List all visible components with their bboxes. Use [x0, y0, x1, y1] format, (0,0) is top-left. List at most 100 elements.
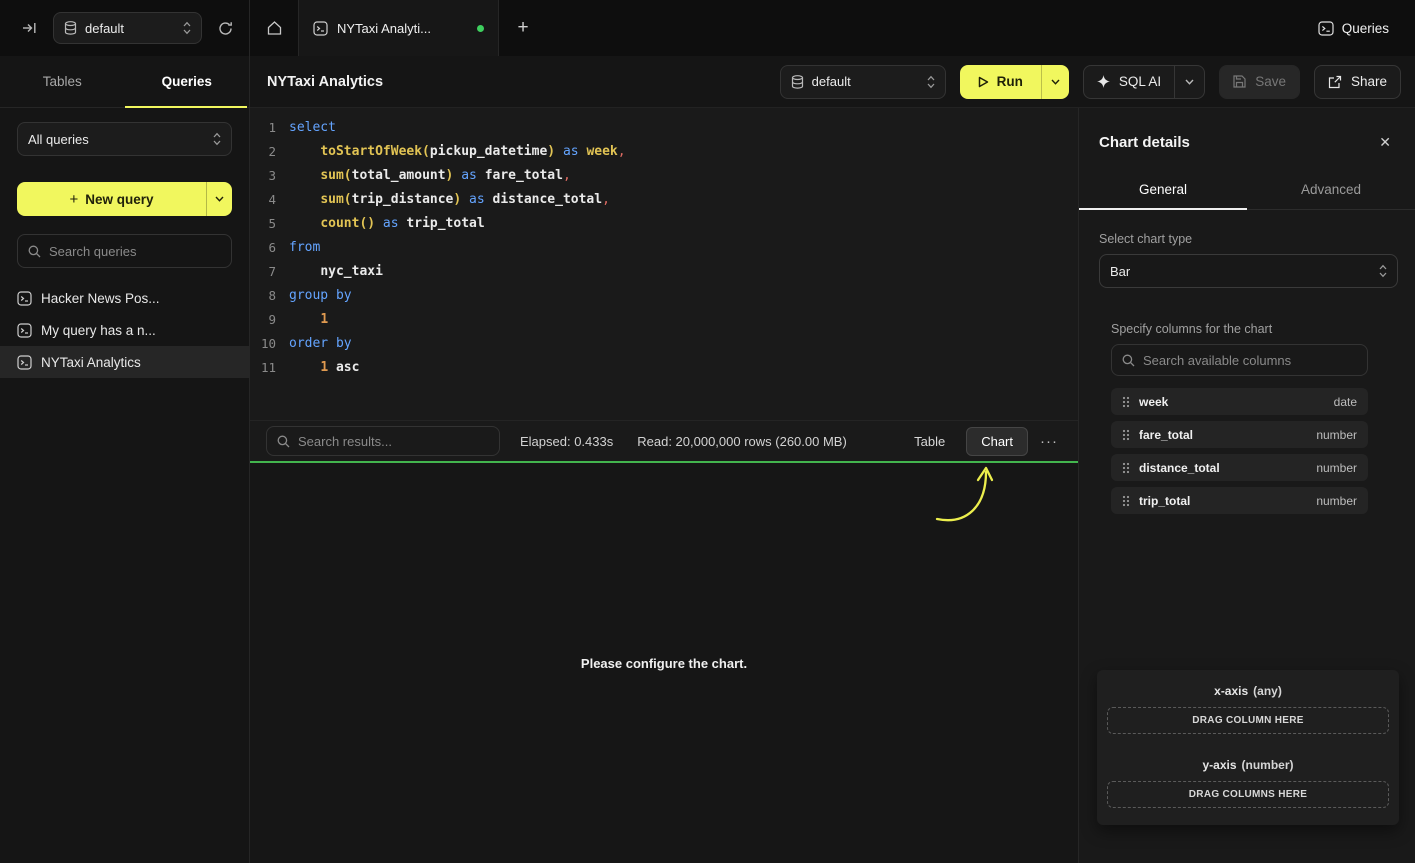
tab-advanced[interactable]: Advanced: [1247, 169, 1415, 209]
query-search[interactable]: [17, 234, 232, 268]
code-line[interactable]: 6 from: [250, 236, 1078, 260]
save-label: Save: [1255, 74, 1286, 89]
sql-ai-button[interactable]: SQL AI: [1083, 65, 1205, 99]
tab-general[interactable]: General: [1079, 169, 1247, 209]
axis-config-card: x-axis(any) DRAG COLUMN HERE y-axis(numb…: [1097, 670, 1399, 825]
chart-area: Please configure the chart.: [250, 461, 1078, 863]
query-icon: [17, 291, 32, 306]
column-name: distance_total: [1139, 461, 1307, 475]
run-database-selector[interactable]: default: [780, 65, 946, 99]
line-number: 1: [250, 116, 276, 140]
elapsed-time: Elapsed: 0.433s: [520, 434, 613, 449]
column-type: number: [1316, 461, 1357, 475]
save-button[interactable]: Save: [1219, 65, 1300, 99]
new-query-dropdown[interactable]: [206, 182, 232, 216]
code-text: 1 asc: [289, 356, 359, 380]
code-line[interactable]: 7 nyc_taxi: [250, 260, 1078, 284]
sidebar-body: All queries + New query: [0, 108, 249, 392]
query-list-item[interactable]: My query has a n...: [0, 314, 249, 346]
view-toggle: Table Chart ···: [899, 427, 1064, 456]
queries-icon: [1318, 21, 1334, 36]
code-line[interactable]: 10order by: [250, 332, 1078, 356]
close-icon[interactable]: ✕: [1379, 134, 1391, 151]
code-line[interactable]: 2 toStartOfWeek(pickup_datetime) as week…: [250, 140, 1078, 164]
code-line[interactable]: 4 sum(trip_distance) as distance_total,: [250, 188, 1078, 212]
chart-type-select[interactable]: Bar: [1099, 254, 1398, 288]
code-line[interactable]: 1select: [250, 116, 1078, 140]
drag-handle-icon: [1122, 462, 1130, 474]
share-button[interactable]: Share: [1314, 65, 1401, 99]
chevron-down-icon: [215, 196, 224, 202]
sidebar: Tables Queries All queries + New query: [0, 56, 250, 863]
table-view-button[interactable]: Table: [899, 427, 960, 456]
sparkle-icon: [1097, 75, 1110, 88]
code-text: nyc_taxi: [289, 260, 383, 284]
content: Tables Queries All queries + New query: [0, 56, 1415, 863]
column-row[interactable]: weekdate: [1111, 388, 1368, 415]
topbar-database-selector[interactable]: default: [53, 12, 202, 44]
columns-search-input[interactable]: [1143, 353, 1357, 368]
sidebar-tab-tables[interactable]: Tables: [0, 56, 125, 107]
results-search-input[interactable]: [298, 434, 489, 449]
refresh-icon[interactable]: [214, 17, 237, 40]
columns-label: Specify columns for the chart: [1111, 322, 1368, 336]
tabstrip: NYTaxi Analyti... +: [250, 0, 1318, 56]
columns-search[interactable]: [1111, 344, 1368, 376]
run-database-value: default: [812, 74, 919, 89]
query-list-item[interactable]: NYTaxi Analytics: [0, 346, 249, 378]
line-number: 5: [250, 212, 276, 236]
x-axis-dropzone[interactable]: DRAG COLUMN HERE: [1107, 707, 1389, 734]
line-number: 6: [250, 236, 276, 260]
panel-header: Chart details ✕: [1079, 108, 1415, 169]
code-text: from: [289, 236, 320, 260]
query-item-label: My query has a n...: [41, 323, 156, 338]
code-line[interactable]: 3 sum(total_amount) as fare_total,: [250, 164, 1078, 188]
tab-nytaxi-analytics[interactable]: NYTaxi Analyti...: [298, 0, 499, 56]
query-list-item[interactable]: Hacker News Pos...: [0, 282, 249, 314]
query-item-label: NYTaxi Analytics: [41, 355, 141, 370]
editor-header: NYTaxi Analytics default: [250, 56, 1415, 108]
run-button-main[interactable]: Run: [960, 65, 1041, 99]
rows-read: Read: 20,000,000 rows (260.00 MB): [637, 434, 847, 449]
queries-button[interactable]: Queries: [1318, 21, 1389, 36]
y-axis-dropzone[interactable]: DRAG COLUMNS HERE: [1107, 781, 1389, 808]
chevron-down-icon: [1185, 79, 1194, 85]
query-icon: [17, 323, 32, 338]
sql-editor[interactable]: 1select2 toStartOfWeek(pickup_datetime) …: [250, 108, 1078, 420]
code-line[interactable]: 5 count() as trip_total: [250, 212, 1078, 236]
column-type: number: [1316, 428, 1357, 442]
chevron-updown-icon: [927, 75, 935, 89]
new-query-label: New query: [85, 192, 153, 207]
results-search[interactable]: [266, 426, 500, 456]
home-tab[interactable]: [250, 0, 298, 56]
chart-type-value: Bar: [1110, 264, 1371, 279]
chart-view-button[interactable]: Chart: [966, 427, 1028, 456]
new-query-main[interactable]: + New query: [17, 182, 206, 216]
new-tab-button[interactable]: +: [499, 0, 547, 56]
chevron-down-icon: [1051, 79, 1060, 85]
column-row[interactable]: trip_totalnumber: [1111, 487, 1368, 514]
collapse-sidebar-icon[interactable]: [18, 17, 41, 39]
chevron-updown-icon: [1379, 264, 1387, 278]
column-type: date: [1334, 395, 1357, 409]
query-list: Hacker News Pos... My query has a n... NYT…: [0, 282, 249, 378]
column-row[interactable]: fare_totalnumber: [1111, 421, 1368, 448]
run-button[interactable]: Run: [960, 65, 1069, 99]
sql-ai-dropdown[interactable]: [1174, 66, 1204, 98]
more-options-button[interactable]: ···: [1034, 433, 1064, 450]
tab-label: NYTaxi Analyti...: [337, 21, 468, 36]
sidebar-tab-queries[interactable]: Queries: [125, 56, 250, 107]
line-number: 10: [250, 332, 276, 356]
code-line[interactable]: 11 1 asc: [250, 356, 1078, 380]
code-line[interactable]: 8group by: [250, 284, 1078, 308]
topbar-left: default: [0, 0, 250, 56]
search-icon: [1122, 354, 1135, 367]
query-icon: [313, 21, 328, 36]
query-filter-select[interactable]: All queries: [17, 122, 232, 156]
run-options-dropdown[interactable]: [1041, 65, 1069, 99]
column-row[interactable]: distance_total number: [1111, 454, 1368, 481]
query-search-input[interactable]: [49, 244, 221, 259]
code-line[interactable]: 9 1: [250, 308, 1078, 332]
play-icon: [978, 76, 989, 88]
new-query-button[interactable]: + New query: [17, 182, 232, 216]
